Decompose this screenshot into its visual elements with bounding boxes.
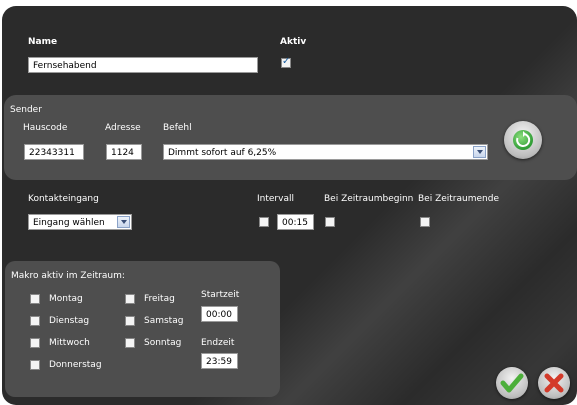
- ok-button[interactable]: [496, 367, 528, 399]
- hauscode-label: Hauscode: [23, 123, 68, 133]
- name-label: Name: [28, 37, 58, 47]
- befehl-label: Befehl: [163, 123, 192, 133]
- endzeit-input[interactable]: 23:59: [201, 353, 238, 369]
- refresh-icon: [513, 130, 533, 150]
- day-checkbox-dienstag[interactable]: [30, 316, 40, 326]
- chevron-down-icon[interactable]: [117, 216, 130, 228]
- day-checkbox-mittwoch[interactable]: [30, 338, 40, 348]
- kontakteingang-label: Kontakteingang: [28, 194, 99, 204]
- refresh-button[interactable]: [504, 121, 542, 159]
- day-label-mittwoch: Mittwoch: [49, 338, 90, 348]
- makro-panel: Makro aktiv im Zeitraum: Montag Dienstag…: [5, 261, 280, 397]
- aktiv-label: Aktiv: [280, 37, 307, 47]
- close-icon: [544, 373, 564, 393]
- befehl-select-value: Dimmt sofort auf 6,25%: [168, 148, 277, 158]
- sender-panel: Sender Hauscode 22343311 Adresse 1124 Be…: [4, 95, 577, 180]
- checkmark-icon: [500, 373, 524, 393]
- befehl-select[interactable]: Dimmt sofort auf 6,25%: [163, 144, 488, 160]
- aktiv-checkbox[interactable]: [281, 56, 291, 68]
- intervall-checkbox[interactable]: [259, 217, 269, 227]
- zeitraumende-label: Bei Zeitraumende: [418, 194, 499, 204]
- hauscode-input[interactable]: 22343311: [24, 144, 84, 160]
- chevron-down-icon[interactable]: [473, 146, 486, 158]
- cancel-button[interactable]: [538, 367, 570, 399]
- adresse-label: Adresse: [105, 123, 141, 133]
- day-label-samstag: Samstag: [144, 316, 184, 326]
- day-checkbox-sonntag[interactable]: [125, 338, 135, 348]
- intervall-label: Intervall: [257, 194, 294, 204]
- day-label-montag: Montag: [49, 294, 83, 304]
- day-checkbox-samstag[interactable]: [125, 316, 135, 326]
- day-checkbox-donnerstag[interactable]: [30, 360, 40, 370]
- makro-title: Makro aktiv im Zeitraum:: [11, 271, 125, 281]
- intervall-input[interactable]: 00:15: [277, 214, 314, 230]
- endzeit-label: Endzeit: [201, 338, 235, 348]
- day-label-donnerstag: Donnerstag: [49, 360, 102, 370]
- day-checkbox-freitag[interactable]: [125, 294, 135, 304]
- day-checkbox-montag[interactable]: [30, 294, 40, 304]
- zeitraumbeginn-checkbox[interactable]: [325, 217, 335, 227]
- day-label-sonntag: Sonntag: [144, 338, 182, 348]
- zeitraumbeginn-label: Bei Zeitraumbeginn: [324, 194, 414, 204]
- startzeit-input[interactable]: 00:00: [201, 306, 238, 322]
- startzeit-label: Startzeit: [201, 290, 240, 300]
- sender-title: Sender: [10, 105, 42, 115]
- day-label-dienstag: Dienstag: [49, 316, 90, 326]
- name-input[interactable]: Fernsehabend: [28, 57, 258, 73]
- kontakteingang-select-value: Eingang wählen: [33, 218, 105, 228]
- macro-dialog: Name Fernsehabend Aktiv Sender Hauscode …: [2, 6, 577, 405]
- zeitraumende-checkbox[interactable]: [420, 217, 430, 227]
- adresse-input[interactable]: 1124: [106, 144, 142, 160]
- day-label-freitag: Freitag: [144, 294, 175, 304]
- kontakteingang-select[interactable]: Eingang wählen: [28, 214, 132, 230]
